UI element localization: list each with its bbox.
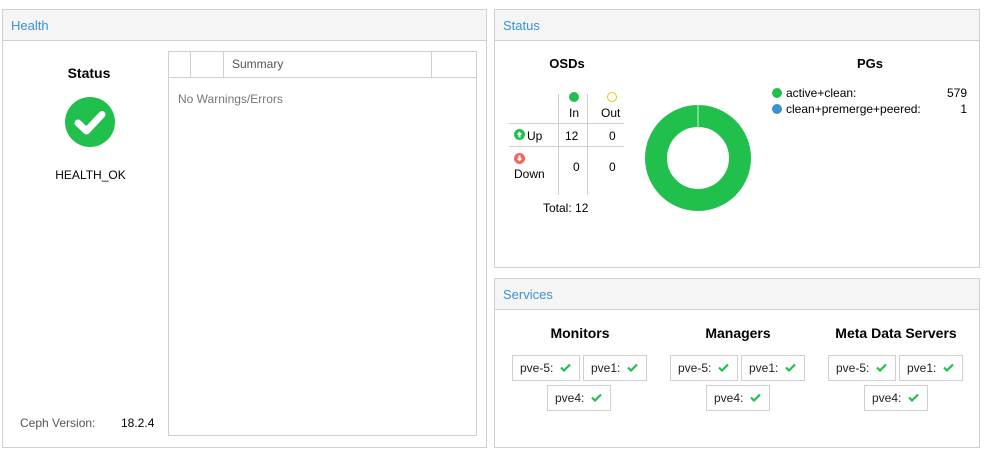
grid-column-severity[interactable] — [191, 52, 224, 77]
ceph-version-value: 18.2.4 — [121, 416, 155, 430]
monitors-title: Monitors — [550, 325, 610, 341]
mds-chip[interactable]: pve4: — [864, 385, 928, 411]
osd-in-dot-icon — [569, 92, 579, 102]
osds-title: OSDs — [549, 56, 585, 71]
mds-chip[interactable]: pve-5: — [828, 355, 896, 381]
pg-legend-label: clean+premerge+peered: — [786, 102, 921, 116]
check-icon — [718, 363, 729, 372]
services-panel: Services Monitors pve-5: pve1: pve4: Man… — [494, 278, 980, 448]
mds-host-label: pve-5: — [836, 361, 870, 375]
osd-total: Total: 12 — [543, 201, 589, 215]
health-ok-check-icon — [65, 97, 115, 147]
mds-chip[interactable]: pve1: — [899, 355, 963, 381]
manager-host-label: pve-5: — [678, 361, 712, 375]
pg-legend-label: active+clean: — [786, 86, 857, 100]
monitor-host-label: pve-5: — [520, 361, 554, 375]
pg-donut-chart[interactable] — [643, 103, 753, 213]
status-panel-header: Status — [495, 10, 979, 41]
check-icon — [627, 363, 638, 372]
grid-column-expander[interactable] — [169, 52, 191, 77]
osd-row-down: Down — [514, 167, 545, 181]
check-icon — [750, 393, 761, 402]
status-panel: Status OSDs In Out Up 12 0 Down 0 0 Tota… — [494, 9, 980, 268]
manager-host-label: pve1: — [749, 361, 779, 375]
monitor-host-label: pve4: — [555, 391, 585, 405]
check-icon — [943, 363, 954, 372]
services-panel-header: Services — [495, 279, 979, 310]
manager-chip[interactable]: pve-5: — [670, 355, 738, 381]
managers-title: Managers — [705, 325, 771, 341]
osd-out-dot-icon — [607, 92, 617, 102]
manager-host-label: pve4: — [714, 391, 744, 405]
check-icon — [908, 393, 919, 402]
manager-chip[interactable]: pve1: — [741, 355, 805, 381]
osd-row-up: Up — [527, 129, 543, 143]
monitor-chip[interactable]: pve1: — [583, 355, 647, 381]
osd-down-icon — [514, 153, 525, 167]
health-panel: Health Status HEALTH_OK Summary No Warni… — [2, 9, 487, 448]
health-status-title: Status — [67, 65, 111, 81]
health-status-text: HEALTH_OK — [55, 168, 126, 182]
osd-up-in-value: 12 — [565, 129, 579, 143]
check-icon — [591, 393, 602, 402]
osd-up-out-value: 0 — [609, 129, 616, 143]
mds-host-label: pve1: — [907, 361, 937, 375]
grid-header: Summary — [169, 52, 476, 78]
pg-legend-value: 579 — [946, 86, 967, 100]
osd-col-out: Out — [601, 106, 621, 120]
mds-title: Meta Data Servers — [835, 325, 957, 341]
monitor-chip[interactable]: pve-5: — [512, 355, 580, 381]
grid-empty-text: No Warnings/Errors — [178, 92, 283, 106]
osd-up-icon — [514, 129, 525, 143]
monitor-chip[interactable]: pve4: — [547, 385, 611, 411]
check-icon — [785, 363, 796, 372]
health-warnings-grid[interactable]: Summary No Warnings/Errors — [168, 51, 477, 436]
pg-donut-ring[interactable] — [645, 105, 751, 211]
pg-active-clean-dot-icon — [772, 88, 782, 98]
ceph-version-label: Ceph Version: — [20, 416, 96, 430]
check-icon — [876, 363, 887, 372]
pg-premerge-dot-icon — [772, 104, 782, 114]
grid-column-summary[interactable]: Summary — [224, 52, 432, 77]
manager-chip[interactable]: pve4: — [706, 385, 770, 411]
health-panel-header: Health — [3, 10, 486, 41]
check-icon — [560, 363, 571, 372]
osd-down-out-value: 0 — [609, 160, 616, 174]
pg-legend-value: 1 — [960, 102, 967, 116]
osd-col-in: In — [569, 106, 580, 120]
osd-down-in-value: 0 — [573, 160, 580, 174]
monitor-host-label: pve1: — [591, 361, 621, 375]
pgs-title: PGs — [856, 56, 883, 71]
mds-host-label: pve4: — [872, 391, 902, 405]
